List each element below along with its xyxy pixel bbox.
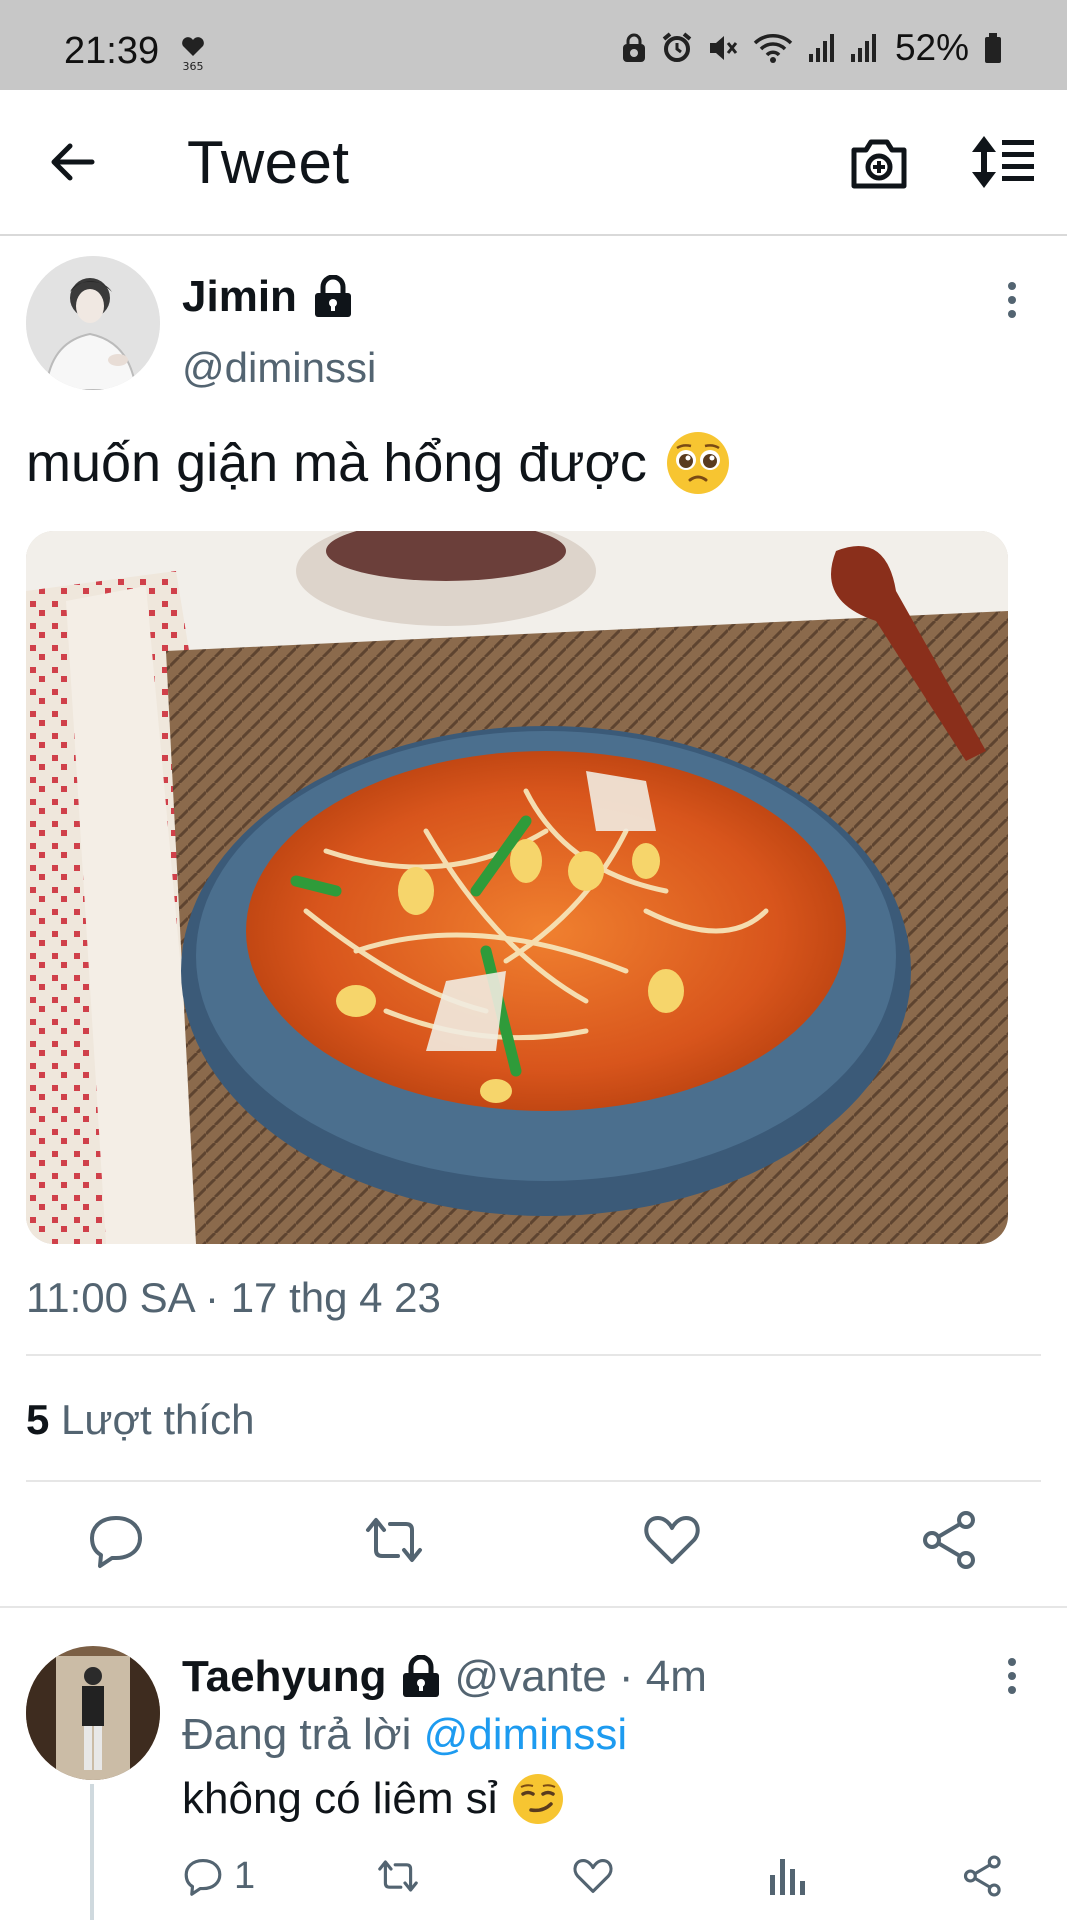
status-icons: 52% — [621, 27, 1003, 68]
svg-text:365: 365 — [183, 60, 204, 73]
reply-text-content: không có liêm sỉ — [182, 1774, 498, 1823]
top-app-bar: Tweet — [0, 90, 1067, 236]
reply-count: 1 — [234, 1854, 256, 1897]
divider — [26, 1354, 1041, 1356]
reply-retweet-button[interactable] — [374, 1852, 422, 1900]
likes-count[interactable]: 5 Lượt thích — [26, 1396, 254, 1444]
status-bar: 21:39 365 52% — [0, 0, 1067, 90]
share-icon — [963, 1855, 1001, 1897]
replying-to-prefix: Đang trả lời — [182, 1710, 412, 1759]
retweet-icon — [378, 1860, 418, 1892]
camera-add-icon[interactable] — [848, 136, 910, 192]
tweet-timestamp: 11:00 SA · 17 thg 4 23 — [26, 1274, 441, 1321]
lock-icon — [622, 33, 645, 62]
like-heart-icon[interactable] — [642, 1510, 702, 1570]
reply-time: · 4m — [618, 1652, 707, 1701]
protected-lock-icon — [402, 1655, 439, 1697]
tweet-actions — [0, 1510, 1067, 1580]
reply-reply-button[interactable]: 1 — [182, 1852, 255, 1900]
arrow-left-icon[interactable] — [44, 134, 100, 190]
battery-percent: 52% — [894, 27, 969, 68]
like-heart-icon — [573, 1859, 613, 1893]
divider — [26, 1480, 1041, 1482]
reply-actions: 1 — [0, 1852, 1067, 1912]
wifi-icon — [753, 34, 793, 63]
likes-label: Lượt thích — [61, 1396, 255, 1443]
signal-icon — [850, 34, 876, 62]
battery-icon — [985, 33, 1001, 63]
protected-lock-icon — [314, 275, 351, 317]
author-name[interactable]: Jimin — [182, 272, 355, 322]
replying-to-mention[interactable]: @diminssi — [424, 1710, 628, 1759]
author-name-text: Jimin — [182, 272, 297, 321]
sort-icon[interactable] — [970, 134, 1036, 190]
section-divider — [0, 1606, 1067, 1608]
page-title: Tweet — [187, 129, 350, 196]
heart-365-icon: 365 — [182, 37, 204, 73]
reply-header: Taehyung @vante · 4m — [182, 1652, 707, 1702]
retweet-icon[interactable] — [364, 1510, 424, 1570]
reply-avatar[interactable] — [26, 1646, 160, 1780]
mute-icon — [709, 36, 738, 60]
alarm-icon — [662, 32, 692, 62]
reply-like-button[interactable] — [572, 1852, 614, 1900]
reply-icon[interactable] — [86, 1510, 146, 1570]
status-time: 21:39 — [64, 30, 160, 72]
smirking-face-emoji-icon — [513, 1774, 564, 1824]
analytics-icon — [770, 1859, 805, 1895]
pleading-face-emoji-icon — [666, 432, 729, 494]
reply-author-name[interactable]: Taehyung — [182, 1652, 387, 1702]
tweet-text-content: muốn giận mà hổng được — [26, 433, 647, 493]
reply-handle[interactable]: @vante — [455, 1652, 607, 1702]
share-icon[interactable] — [920, 1510, 980, 1570]
avatar[interactable] — [26, 256, 160, 390]
reply-share-button[interactable] — [962, 1852, 1004, 1900]
signal-icon — [808, 34, 834, 62]
more-vertical-icon[interactable] — [1002, 280, 1022, 320]
reply-icon — [184, 1859, 222, 1896]
author-handle[interactable]: @diminssi — [182, 344, 376, 392]
reply-text: không có liêm sỉ — [182, 1772, 565, 1826]
likes-number: 5 — [26, 1396, 50, 1443]
reply-analytics-button[interactable] — [768, 1852, 806, 1900]
replying-to: Đang trả lời @diminssi — [182, 1710, 627, 1760]
tweet-text: muốn giận mà hổng được — [26, 430, 731, 496]
more-vertical-icon[interactable] — [1002, 1656, 1022, 1696]
tweet-media-image[interactable] — [26, 531, 1008, 1244]
